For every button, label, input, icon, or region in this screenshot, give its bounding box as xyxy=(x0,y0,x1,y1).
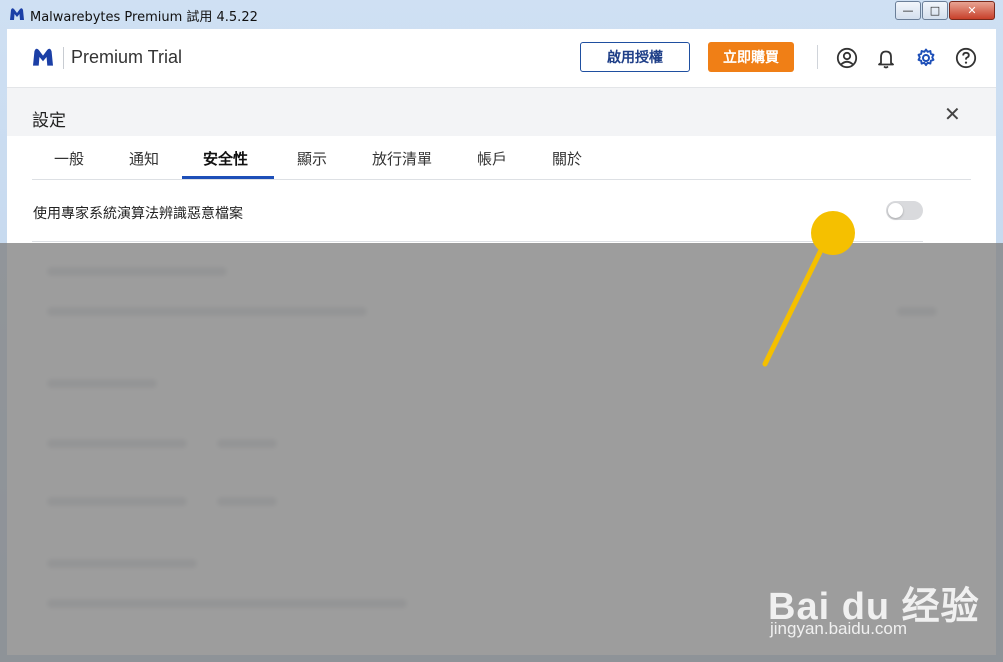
watermark-url: jingyan.baidu.com xyxy=(770,619,908,638)
pointer-dot xyxy=(811,211,855,255)
annotation-pointer xyxy=(762,211,855,367)
pointer-line xyxy=(762,235,830,367)
